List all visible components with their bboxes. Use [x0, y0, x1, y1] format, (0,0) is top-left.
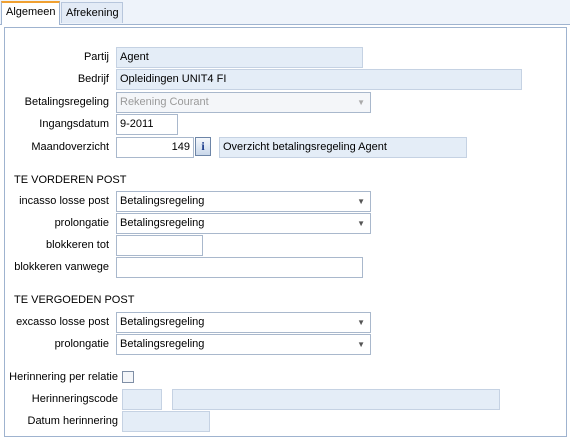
prolongatie-vorderen-value: Betalingsregeling	[120, 217, 205, 229]
chevron-down-icon: ▼	[357, 98, 365, 107]
info-icon[interactable]: i	[195, 137, 211, 156]
incasso-value: Betalingsregeling	[120, 195, 205, 207]
datum-herinnering-field	[122, 411, 210, 432]
maandoverzicht-description: Overzicht betalingsregeling Agent	[219, 137, 467, 158]
tab-strip: Algemeen Afrekening	[0, 0, 570, 25]
prolongatie-vergoeden-label: prolongatie	[54, 338, 109, 350]
chevron-down-icon: ▼	[357, 197, 365, 206]
herinneringscode-description	[172, 389, 500, 410]
prolongatie-vorderen-label: prolongatie	[54, 217, 109, 229]
datum-herinnering-label: Datum herinnering	[27, 415, 119, 427]
herinnering-per-relatie-label: Herinnering per relatie	[9, 371, 118, 383]
herinneringscode-label: Herinneringscode	[31, 393, 118, 405]
ingangsdatum-input[interactable]: 9-2011	[116, 114, 178, 135]
bedrijf-label: Bedrijf	[77, 73, 109, 85]
betalingsregeling-label: Betalingsregeling	[24, 96, 109, 108]
maandoverzicht-label: Maandoverzicht	[31, 141, 109, 153]
prolongatie-vorderen-dropdown[interactable]: Betalingsregeling ▼	[116, 213, 371, 234]
excasso-value: Betalingsregeling	[120, 316, 205, 328]
excasso-dropdown[interactable]: Betalingsregeling ▼	[116, 312, 371, 333]
bedrijf-field: Opleidingen UNIT4 FI	[116, 69, 522, 90]
chevron-down-icon: ▼	[357, 318, 365, 327]
herinneringscode-field	[122, 389, 162, 410]
te-vorderen-post-heading: TE VORDEREN POST	[14, 174, 127, 186]
excasso-label: excasso losse post	[16, 316, 109, 328]
tab-algemeen[interactable]: Algemeen	[1, 1, 60, 25]
ingangsdatum-label: Ingangsdatum	[39, 118, 109, 130]
incasso-dropdown[interactable]: Betalingsregeling ▼	[116, 191, 371, 212]
betalingsregeling-value: Rekening Courant	[120, 96, 209, 108]
betalingsregeling-dropdown[interactable]: Rekening Courant ▼	[116, 92, 371, 113]
prolongatie-vergoeden-value: Betalingsregeling	[120, 338, 205, 350]
blokkeren-tot-input[interactable]	[116, 235, 203, 256]
partij-label: Partij	[83, 51, 109, 63]
blokkeren-vanwege-input[interactable]	[116, 257, 363, 278]
prolongatie-vergoeden-dropdown[interactable]: Betalingsregeling ▼	[116, 334, 371, 355]
maandoverzicht-input[interactable]: 149	[116, 137, 194, 158]
chevron-down-icon: ▼	[357, 219, 365, 228]
blokkeren-tot-label: blokkeren tot	[46, 239, 109, 251]
te-vergoeden-post-heading: TE VERGOEDEN POST	[14, 294, 135, 306]
blokkeren-vanwege-label: blokkeren vanwege	[14, 261, 109, 273]
herinnering-per-relatie-checkbox[interactable]	[122, 371, 134, 383]
partij-field: Agent	[116, 47, 363, 68]
chevron-down-icon: ▼	[357, 340, 365, 349]
incasso-label: incasso losse post	[19, 195, 109, 207]
tab-afrekening[interactable]: Afrekening	[61, 2, 123, 23]
